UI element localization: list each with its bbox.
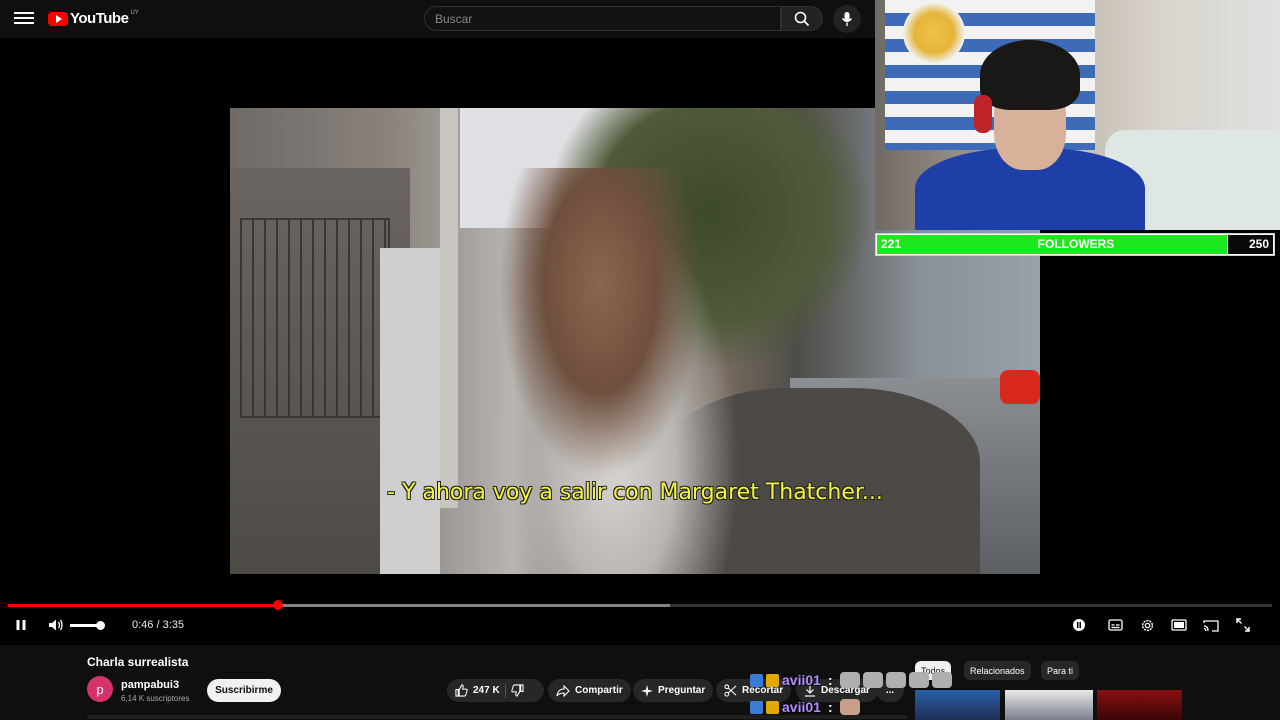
- streamer: [915, 40, 1145, 230]
- ask-label: Preguntar: [658, 685, 706, 696]
- video-scene-pillar: [380, 248, 440, 574]
- cat-emote-icon: [862, 672, 883, 688]
- theater-mode-icon: [1171, 619, 1187, 631]
- search-icon: [794, 11, 810, 26]
- flag-sun-icon: [903, 2, 965, 64]
- video-scene-man: [470, 168, 760, 574]
- pause-button[interactable]: [8, 612, 34, 638]
- ask-button[interactable]: Preguntar: [633, 679, 714, 702]
- subscriber-count: 6,14 K suscriptores: [121, 694, 190, 703]
- followers-goal: 250: [1248, 237, 1269, 251]
- recommended-video-thumbnail[interactable]: [1005, 690, 1093, 720]
- autoplay-toggle[interactable]: [1066, 612, 1092, 638]
- chat-badge-icon: [750, 700, 763, 714]
- recommended-video-thumbnail[interactable]: [915, 690, 1000, 720]
- video-title: Charla surrealista: [87, 655, 189, 669]
- logo-text: YouTube: [70, 10, 129, 27]
- pause-icon: [16, 620, 26, 630]
- streamer-webcam: [875, 0, 1280, 230]
- share-icon: [556, 684, 570, 697]
- search-input[interactable]: [425, 7, 780, 30]
- mute-button[interactable]: [43, 612, 69, 638]
- followers-goal-bar: FOLLOWERS 221 250: [875, 233, 1275, 256]
- volume-icon: [49, 619, 63, 631]
- channel-initial: p: [96, 681, 104, 697]
- subtitles-button[interactable]: [1102, 612, 1128, 638]
- channel-avatar[interactable]: p: [87, 676, 113, 702]
- like-dislike-group: 247 K: [447, 679, 544, 702]
- chat-message: avii01 :: [750, 670, 952, 690]
- share-label: Compartir: [575, 685, 623, 696]
- followers-current: 221: [881, 237, 902, 251]
- person-emote-icon: [839, 699, 860, 715]
- chat-username: avii01: [782, 699, 821, 715]
- progress-played: [8, 604, 279, 607]
- logo-region: UY: [130, 9, 139, 16]
- like-button[interactable]: 247 K: [455, 684, 500, 697]
- scissors-icon: [724, 684, 737, 697]
- subscribe-button[interactable]: Suscribirme: [207, 679, 281, 702]
- chat-message: avii01 :: [750, 697, 860, 717]
- video-scene-gate: [240, 218, 390, 418]
- fullscreen-button[interactable]: [1230, 612, 1256, 638]
- cat-emote-icon: [931, 672, 952, 688]
- microphone-icon: [841, 12, 853, 26]
- dislike-button[interactable]: [510, 684, 524, 697]
- settings-gear-icon: [1141, 619, 1153, 631]
- recommended-video-thumbnail[interactable]: [1097, 690, 1182, 720]
- chat-crown-icon: [766, 700, 779, 714]
- video-scene-pole: [440, 108, 458, 508]
- search-box: [424, 6, 781, 31]
- volume-knob[interactable]: [96, 621, 105, 630]
- chat-separator: :: [827, 672, 833, 688]
- search-button[interactable]: [781, 6, 823, 31]
- share-button[interactable]: Compartir: [548, 679, 631, 702]
- like-divider: [504, 683, 506, 698]
- youtube-logo-icon: [48, 11, 68, 26]
- chat-crown-icon: [766, 673, 779, 687]
- subtitles-icon: [1107, 619, 1123, 631]
- filter-chip-relacionados[interactable]: Relacionados: [964, 661, 1031, 680]
- time-display: 0:46 / 3:35: [132, 619, 184, 631]
- cat-emote-icon: [908, 672, 929, 688]
- sparkle-icon: [641, 684, 653, 697]
- channel-name[interactable]: pampabui3: [121, 679, 179, 691]
- top-bar: YouTube UY: [0, 0, 875, 38]
- chat-badge-icon: [750, 673, 763, 687]
- headset-icon: [974, 95, 992, 133]
- fullscreen-icon: [1236, 618, 1250, 632]
- video-subtitle: - Y ahora voy a salir con Margaret Thatc…: [387, 480, 883, 505]
- autoplay-toggle-icon: [1073, 619, 1085, 631]
- youtube-logo[interactable]: YouTube UY: [48, 10, 139, 27]
- settings-button[interactable]: [1134, 612, 1160, 638]
- voice-search-button[interactable]: [833, 5, 861, 33]
- chat-separator: :: [827, 699, 833, 715]
- progress-scrubber[interactable]: [273, 600, 284, 610]
- video-scene-car: [1000, 370, 1040, 404]
- chat-username: avii01: [782, 672, 821, 688]
- dislike-icon: [510, 684, 524, 697]
- cast-button[interactable]: [1198, 612, 1224, 638]
- followers-label: FOLLOWERS: [1037, 237, 1115, 251]
- cat-emote-icon: [885, 672, 906, 688]
- theater-mode-button[interactable]: [1166, 612, 1192, 638]
- like-icon: [455, 684, 468, 697]
- progress-bar[interactable]: [8, 600, 1272, 610]
- like-count: 247 K: [473, 685, 500, 696]
- video-info-area: Charla surrealista p pampabui3 6,14 K su…: [0, 645, 1280, 720]
- filter-chip-para-ti[interactable]: Para ti: [1041, 661, 1080, 680]
- cast-icon: [1203, 619, 1219, 632]
- streamer-hair: [980, 40, 1080, 110]
- menu-icon[interactable]: [14, 9, 34, 29]
- player-controls: 0:46 / 3:35: [0, 612, 1280, 640]
- cat-emote-icon: [839, 672, 860, 688]
